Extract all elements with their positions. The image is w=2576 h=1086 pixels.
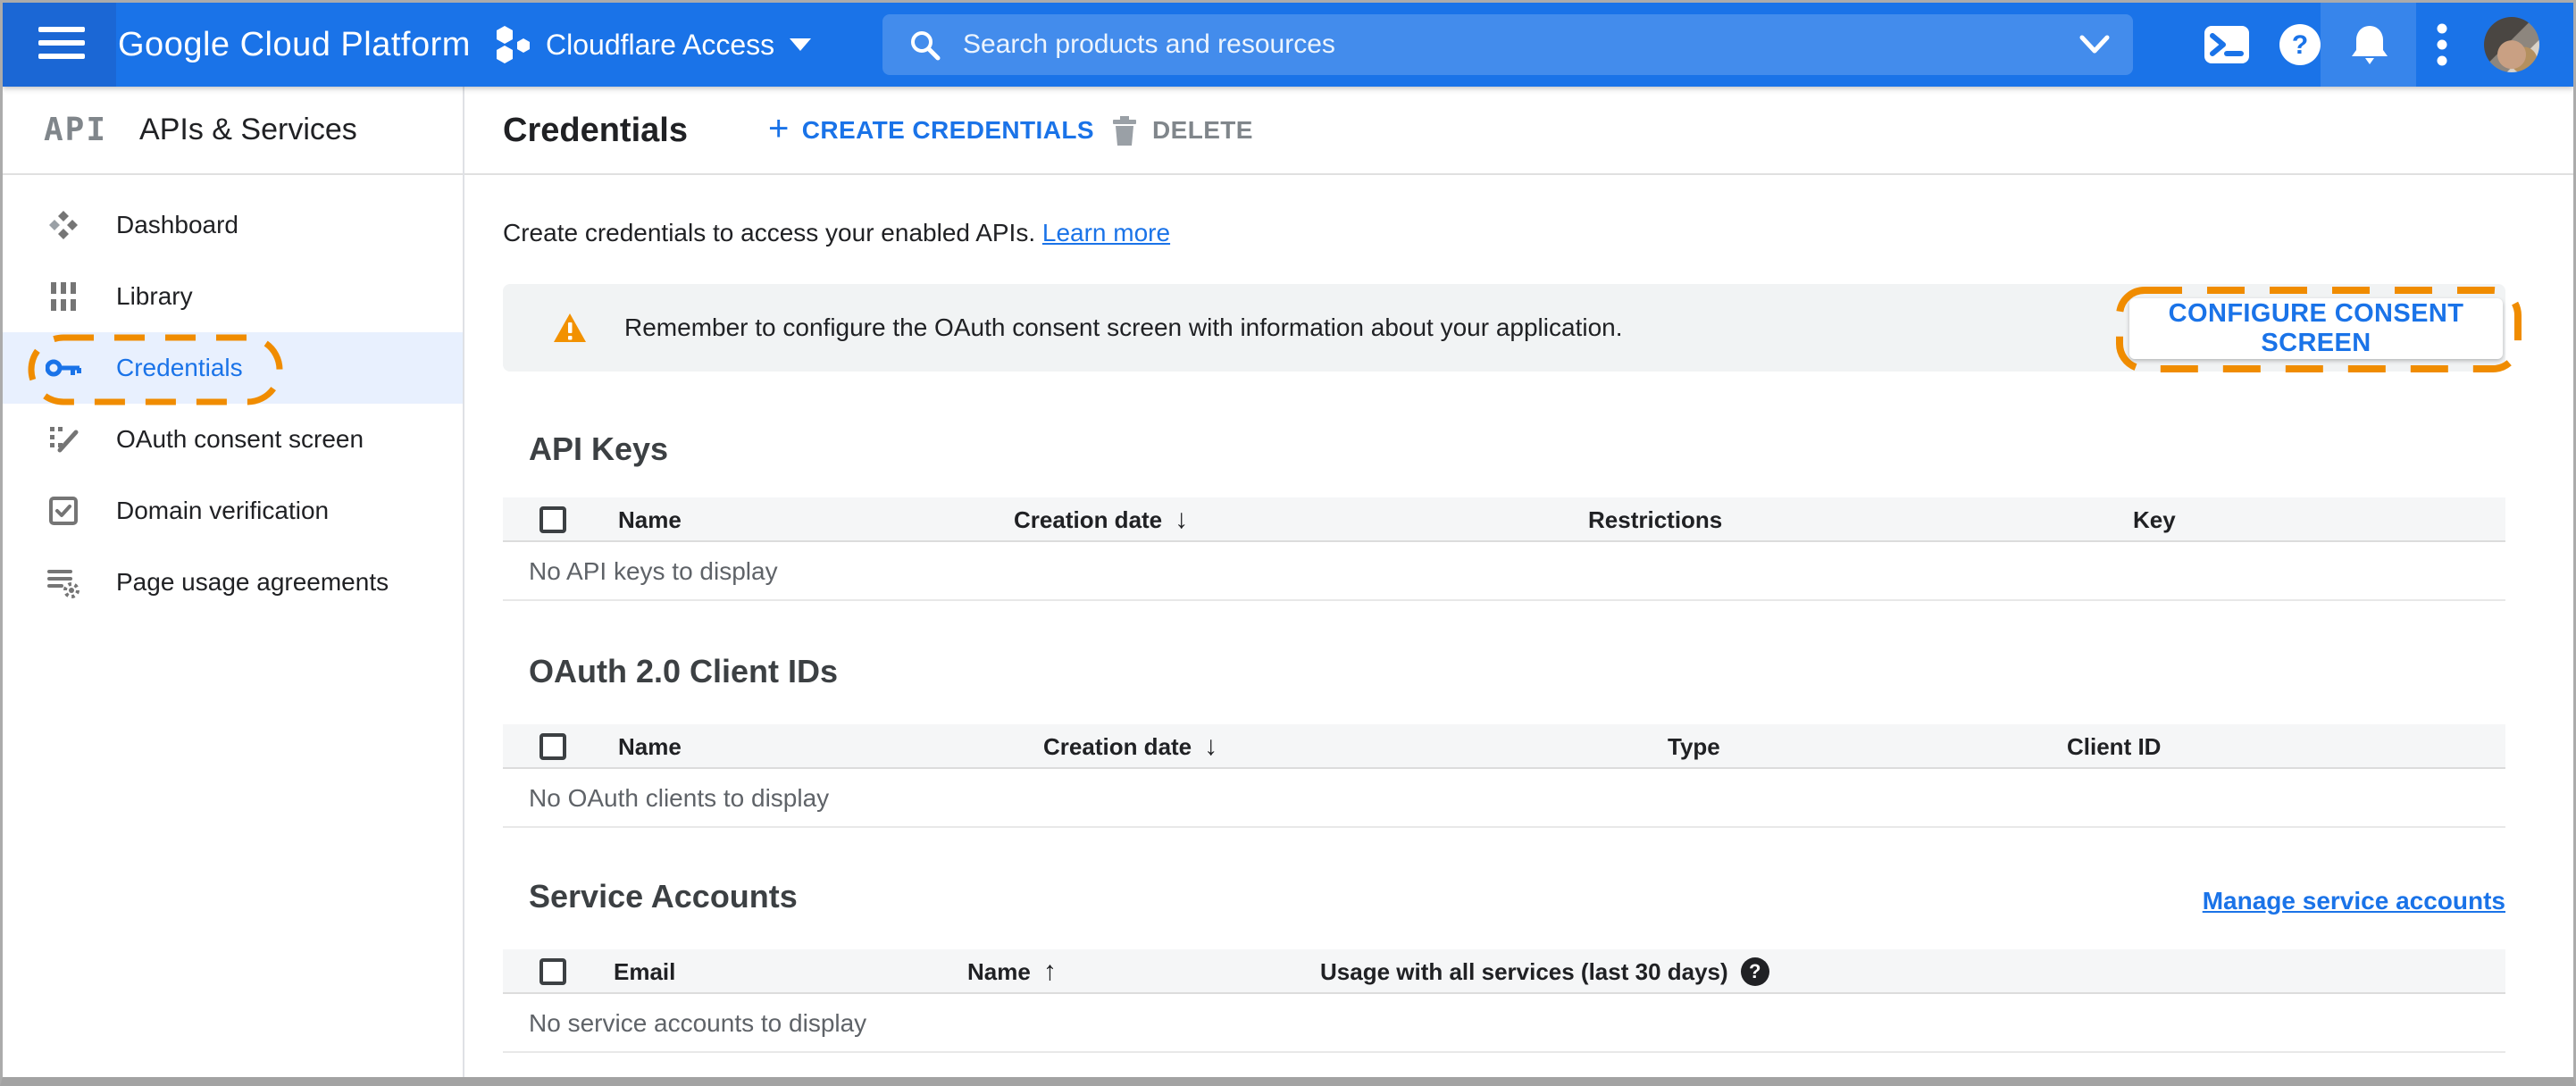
select-all-checkbox[interactable] [539,506,566,533]
sidebar-item-library[interactable]: Library [3,261,463,332]
service-accounts-section-title: Service Accounts Manage service accounts [529,878,2505,915]
menu-icon[interactable] [38,27,85,63]
top-app-bar: Google Cloud Platform Cloudflare Access [3,3,2573,87]
sidebar-item-label: OAuth consent screen [116,425,364,453]
column-name[interactable]: Name [618,497,682,542]
column-client-id[interactable]: Client ID [2067,724,2161,769]
service-accounts-empty-state: No service accounts to display [503,994,2505,1053]
column-name[interactable]: Name ↑ [967,949,1057,994]
sidebar-item-domain-verification[interactable]: Domain verification [3,475,463,547]
help-circle-icon[interactable]: ? [1740,957,1769,986]
select-all-checkbox[interactable] [539,733,566,760]
gcp-console-window: Google Cloud Platform Cloudflare Access [0,0,2576,1086]
sidebar-item-credentials[interactable]: Credentials [3,332,463,405]
page-toolbar: Credentials + CREATE CREDENTIALS DELETE [464,87,2573,175]
sidebar-nav: Dashboard Library Credentials OAuth cons… [3,175,463,618]
column-usage[interactable]: Usage with all services (last 30 days) ? [1320,949,1769,994]
more-options-icon[interactable] [2420,3,2464,87]
sidebar: API APIs & Services Dashboard Library Cr… [3,87,464,1077]
project-selector[interactable]: Cloudflare Access [496,3,812,87]
main-content: Credentials + CREATE CREDENTIALS DELETE … [464,87,2573,1077]
api-keys-table-header: Name Creation date ↓ Restrictions Key [503,497,2505,542]
api-keys-section-title: API Keys [529,430,669,467]
warning-icon [554,313,586,342]
warning-message: Remember to configure the OAuth consent … [624,313,1623,341]
project-name: Cloudflare Access [546,28,775,61]
sidebar-item-oauth-consent-screen[interactable]: OAuth consent screen [3,404,463,475]
oauth-clients-section-title: OAuth 2.0 Client IDs [529,653,839,689]
project-hexagons-icon [497,26,530,63]
column-type[interactable]: Type [1668,724,1720,769]
sidebar-item-page-usage-agreements[interactable]: Page usage agreements [3,547,463,618]
manage-service-accounts-link[interactable]: Manage service accounts [2203,887,2505,915]
svg-text:?: ? [2292,30,2308,60]
help-icon[interactable]: ? [2275,3,2325,87]
sidebar-header: API APIs & Services [3,87,463,175]
key-icon [46,356,81,380]
sidebar-title: APIs & Services [139,113,357,146]
page-usage-icon [46,566,81,598]
library-icon [46,280,81,313]
column-key[interactable]: Key [2133,497,2176,542]
intro-text: Create credentials to access your enable… [503,219,1171,246]
select-all-checkbox[interactable] [539,958,566,985]
oauth-clients-empty-state: No OAuth clients to display [503,769,2505,828]
body: API APIs & Services Dashboard Library Cr… [3,87,2573,1077]
api-logo: API [44,112,108,148]
dashboard-icon [46,209,81,241]
avatar[interactable] [2484,17,2539,72]
chevron-down-icon [790,38,812,51]
learn-more-link[interactable]: Learn more [1042,219,1170,246]
sidebar-item-label: Page usage agreements [116,568,389,596]
oauth-consent-icon [46,423,81,455]
oauth-clients-table-header: Name Creation date ↓ Type Client ID [503,724,2505,769]
column-creation-date[interactable]: Creation date ↓ [1043,724,1217,769]
search-input[interactable] [963,29,2079,60]
sidebar-item-dashboard[interactable]: Dashboard [3,189,463,261]
create-credentials-button[interactable]: + CREATE CREDENTIALS [768,87,1094,174]
sort-desc-icon: ↓ [1175,505,1189,534]
plus-icon: + [768,109,790,148]
column-creation-date[interactable]: Creation date ↓ [1014,497,1188,542]
column-restrictions[interactable]: Restrictions [1588,497,1722,542]
configure-consent-screen-button[interactable]: CONFIGURE CONSENT SCREEN [2129,298,2503,359]
api-keys-empty-state: No API keys to display [503,542,2505,601]
cloud-shell-icon[interactable] [2198,3,2255,87]
search-icon [911,31,941,61]
domain-verification-icon [46,496,81,526]
column-name[interactable]: Name [618,724,682,769]
sidebar-item-label: Library [116,282,193,310]
delete-button[interactable]: DELETE [1111,87,1253,174]
sidebar-item-label: Domain verification [116,497,330,524]
sidebar-item-label: Dashboard [116,211,238,238]
column-email[interactable]: Email [614,949,675,994]
search-chevron-icon[interactable] [2079,35,2110,54]
brand-logo[interactable]: Google Cloud Platform [118,3,471,87]
delete-icon [1113,116,1136,146]
sort-asc-icon: ↑ [1042,957,1057,986]
sort-desc-icon: ↓ [1204,731,1218,761]
notifications-icon[interactable] [2345,3,2395,87]
sidebar-item-label: Credentials [116,354,243,381]
search-bar[interactable] [882,14,2133,75]
service-accounts-table-header: Email Name ↑ Usage with all services (la… [503,949,2505,994]
page-title: Credentials [503,112,688,149]
